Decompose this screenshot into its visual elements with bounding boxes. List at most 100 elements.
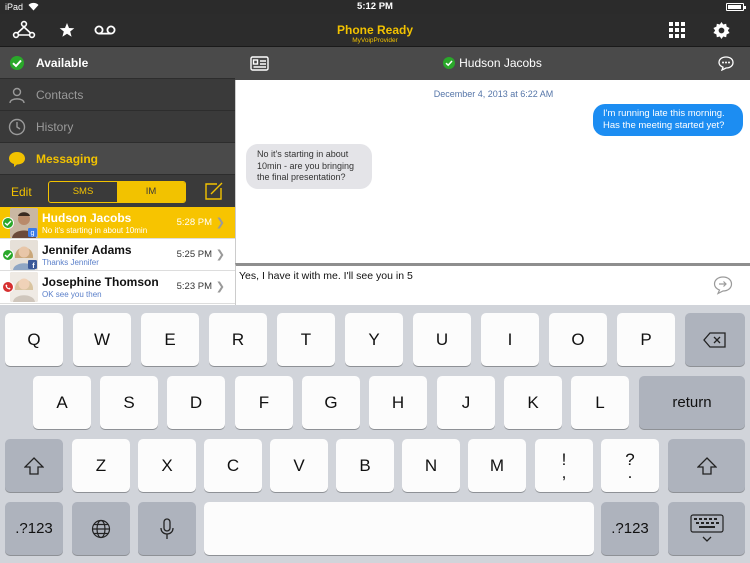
hide-keyboard-icon	[689, 513, 724, 542]
sidebar-item-available[interactable]: Available	[0, 47, 235, 79]
key-e[interactable]: E	[141, 313, 199, 366]
message-preview: No it's starting in about 10min	[42, 226, 148, 235]
chat-options-icon[interactable]	[718, 56, 734, 71]
incoming-message-bubble: No it's starting in about 10min - are yo…	[246, 144, 372, 189]
key-s[interactable]: S	[100, 376, 158, 429]
shift-key-right[interactable]	[668, 439, 745, 492]
message-preview: OK see you then	[42, 290, 102, 299]
chat-contact: Hudson Jacobs	[235, 56, 750, 70]
message-input[interactable]: Yes, I have it with me. I'll see you in …	[239, 270, 413, 282]
available-status-icon	[2, 217, 14, 229]
key-z[interactable]: Z	[72, 439, 130, 492]
chat-bubble-icon	[9, 152, 25, 167]
message-composer: Yes, I have it with me. I'll see you in …	[235, 263, 750, 305]
compose-icon[interactable]	[204, 181, 224, 201]
check-circle-icon	[10, 56, 24, 70]
svg-text:g: g	[31, 228, 35, 237]
sidebar-item-messaging[interactable]: Messaging	[0, 143, 235, 175]
key-g[interactable]: G	[302, 376, 360, 429]
dialpad-grid-icon[interactable]	[668, 19, 686, 41]
chat-header: Hudson Jacobs	[235, 47, 750, 80]
key-w[interactable]: W	[73, 313, 131, 366]
sidebar-item-label: Messaging	[36, 152, 99, 166]
conversation-row[interactable]: Josephine Thomson OK see you then 5:23 P…	[0, 271, 235, 304]
key-b[interactable]: B	[336, 439, 394, 492]
key-h[interactable]: H	[369, 376, 427, 429]
backspace-key[interactable]	[685, 313, 745, 366]
key-d[interactable]: D	[167, 376, 225, 429]
key-p[interactable]: P	[617, 313, 675, 366]
return-key[interactable]: return	[639, 376, 745, 429]
shift-key-left[interactable]	[5, 439, 63, 492]
key-bottom-char: ,	[561, 462, 567, 482]
numbers-key-right[interactable]: .?123	[601, 502, 659, 555]
chat-date: December 4, 2013 at 6:22 AM	[433, 89, 554, 99]
outgoing-message-bubble: I'm running late this morning. Has the m…	[593, 104, 743, 136]
facebook-icon: f	[28, 260, 37, 269]
message-time: 5:28 PM	[176, 217, 212, 228]
key-v[interactable]: V	[270, 439, 328, 492]
key-r[interactable]: R	[209, 313, 267, 366]
key-bottom-char: .	[627, 462, 633, 482]
available-status-icon	[2, 249, 14, 261]
available-status-icon	[443, 57, 456, 69]
google-icon: g	[28, 228, 37, 237]
conversation-row[interactable]: f Jennifer Adams Thanks Jennifer 5:25 PM…	[0, 239, 235, 271]
key-x[interactable]: X	[138, 439, 196, 492]
key-exclamation-comma[interactable]: ! ,	[535, 439, 593, 492]
globe-icon	[91, 519, 111, 538]
message-filter-bar: Edit SMS IM	[0, 175, 235, 207]
contact-name: Hudson Jacobs	[42, 211, 132, 225]
key-j[interactable]: J	[437, 376, 495, 429]
key-t[interactable]: T	[277, 313, 335, 366]
dictation-key[interactable]	[138, 502, 196, 555]
settings-gear-icon[interactable]	[712, 19, 730, 41]
avatar	[10, 272, 38, 302]
segment-sms[interactable]: SMS	[49, 182, 117, 202]
clock-icon	[8, 118, 26, 136]
key-m[interactable]: M	[468, 439, 526, 492]
contact-name: Josephine Thomson	[42, 275, 159, 289]
chevron-right-icon: ❯	[215, 249, 225, 261]
chevron-right-icon: ❯	[215, 217, 225, 229]
sidebar-item-label: Available	[36, 56, 89, 70]
key-c[interactable]: C	[204, 439, 262, 492]
person-icon	[9, 87, 25, 104]
sidebar: Available Contacts History Messaging Edi…	[0, 47, 235, 304]
key-a[interactable]: A	[33, 376, 91, 429]
shift-icon	[696, 456, 717, 475]
key-k[interactable]: K	[504, 376, 562, 429]
sidebar-item-history[interactable]: History	[0, 111, 235, 143]
backspace-icon	[703, 331, 726, 348]
status-time: 5:12 PM	[357, 1, 393, 12]
numbers-key-left[interactable]: .?123	[5, 502, 63, 555]
key-f[interactable]: F	[235, 376, 293, 429]
top-toolbar: Phone Ready MyVoipProvider	[0, 14, 750, 47]
conversation-row[interactable]: g Hudson Jacobs No it's starting in abou…	[0, 207, 235, 239]
edit-button[interactable]: Edit	[11, 185, 32, 199]
space-bar[interactable]	[204, 502, 594, 555]
microphone-icon	[160, 517, 174, 539]
key-u[interactable]: U	[413, 313, 471, 366]
sidebar-item-contacts[interactable]: Contacts	[0, 79, 235, 111]
globe-key[interactable]	[72, 502, 130, 555]
battery-icon	[726, 3, 746, 11]
key-i[interactable]: I	[481, 313, 539, 366]
sms-im-segmented-control: SMS IM	[48, 181, 186, 203]
status-bar: iPad 5:12 PM	[0, 0, 750, 14]
send-icon[interactable]	[713, 275, 733, 295]
key-o[interactable]: O	[549, 313, 607, 366]
key-question-period[interactable]: ? .	[601, 439, 659, 492]
key-l[interactable]: L	[571, 376, 629, 429]
key-q[interactable]: Q	[5, 313, 63, 366]
shift-icon	[24, 456, 44, 475]
message-time: 5:23 PM	[176, 281, 212, 292]
contact-name: Jennifer Adams	[42, 243, 132, 257]
chevron-right-icon: ❯	[215, 281, 225, 293]
key-y[interactable]: Y	[345, 313, 403, 366]
segment-im[interactable]: IM	[117, 182, 185, 202]
hide-keyboard-key[interactable]	[668, 502, 745, 555]
key-n[interactable]: N	[402, 439, 460, 492]
sidebar-item-label: Contacts	[36, 88, 84, 102]
onscreen-keyboard: Q W E R T Y U I O P A S D F G H J K L re…	[0, 305, 750, 563]
